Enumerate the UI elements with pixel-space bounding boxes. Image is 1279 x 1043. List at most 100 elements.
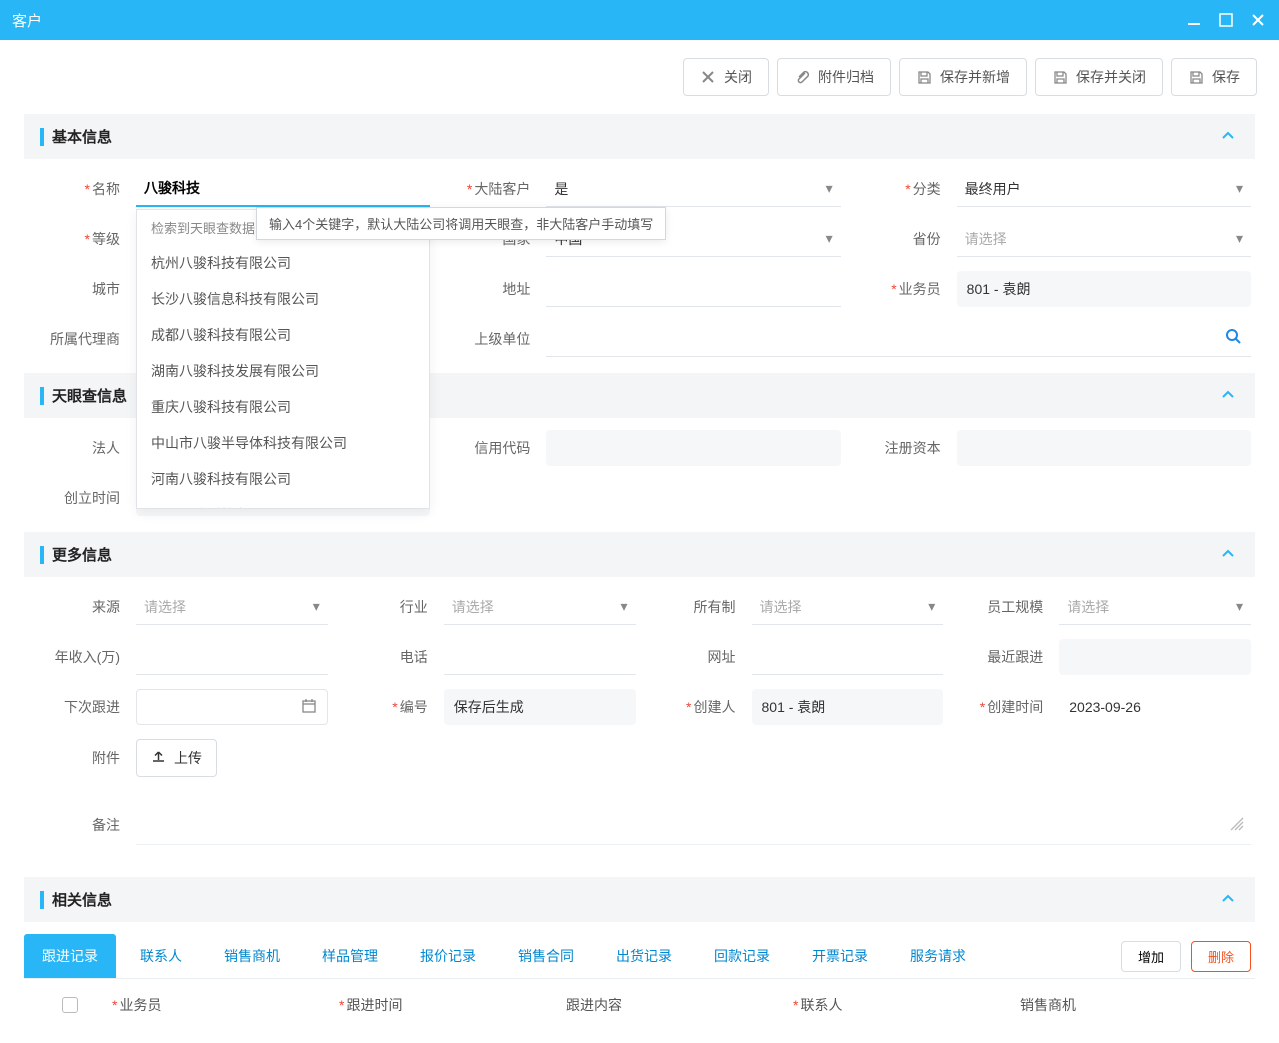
delete-button[interactable]: 删除 [1191,941,1251,972]
address-input[interactable] [546,271,840,307]
label-website: 网址 [644,647,744,667]
label-founded: 创立时间 [28,488,128,508]
label-province: 省份 [849,229,949,249]
label-code: *编号 [336,697,436,717]
source-select[interactable]: 请选择▾ [136,589,328,625]
tab-followup[interactable]: 跟进记录 [24,934,116,978]
dropdown-item[interactable]: 河南八骏科技有限公司 [137,461,429,497]
mainland-select[interactable]: 是▾ [546,171,840,207]
upload-button[interactable]: 上传 [136,739,217,777]
category-select[interactable]: 最终用户▾ [957,171,1251,207]
textarea-icon[interactable] [1227,814,1251,835]
tab-samples[interactable]: 样品管理 [304,934,396,978]
website-input[interactable] [752,639,944,675]
label-ownership: 所有制 [644,597,744,617]
caret-down-icon: ▾ [826,230,833,247]
upload-label: 上传 [174,748,202,768]
chevron-up-icon[interactable] [1219,386,1239,406]
name-input[interactable] [136,171,430,207]
tab-quotes[interactable]: 报价记录 [402,934,494,978]
dropdown-item[interactable]: 长沙八骏信息科技有限公司 [137,281,429,317]
window-title: 客户 [12,10,42,31]
scale-select[interactable]: 请选择▾ [1059,589,1251,625]
parent-lookup[interactable] [546,321,1251,357]
chevron-up-icon[interactable] [1219,890,1239,910]
section-more-header[interactable]: 更多信息 [24,532,1255,577]
close-icon [700,69,716,85]
label-phone: 电话 [336,647,436,667]
label-capital: 注册资本 [849,438,949,458]
phone-input[interactable] [444,639,636,675]
save-new-button[interactable]: 保存并新增 [899,58,1027,96]
company-dropdown: 检索到天眼查数据,请选择 杭州八骏科技有限公司 长沙八骏信息科技有限公司 成都八… [136,209,430,509]
tab-contacts[interactable]: 联系人 [122,934,200,978]
more-form: 来源 请选择▾ 行业 请选择▾ 所有制 请选择▾ 员工规模 请选择▾ 年收入(万… [24,589,1255,777]
search-icon[interactable] [1225,328,1243,349]
label-level: *等级 [28,229,128,249]
minimize-icon[interactable] [1185,11,1203,29]
label-city: 城市 [28,279,128,299]
window-controls [1185,11,1267,29]
th-contact: *联系人 [793,995,1020,1015]
dropdown-item[interactable]: 江西八骏科技有限公司 [137,497,429,509]
tab-payments[interactable]: 回款记录 [696,934,788,978]
dropdown-item[interactable]: 湖南八骏科技发展有限公司 [137,353,429,389]
sales-field: 801 - 袁朗 [957,271,1251,307]
dropdown-item[interactable]: 杭州八骏科技有限公司 [137,245,429,281]
dropdown-item[interactable]: 成都八骏科技有限公司 [137,317,429,353]
caret-down-icon: ▾ [313,598,320,615]
archive-button[interactable]: 附件归档 [777,58,891,96]
label-legal: 法人 [28,438,128,458]
lastfollow-field [1059,639,1251,675]
maximize-icon[interactable] [1217,11,1235,29]
caret-down-icon: ▾ [1236,180,1243,197]
select-all-checkbox[interactable] [62,997,78,1013]
add-button[interactable]: 增加 [1121,941,1181,972]
chevron-up-icon[interactable] [1219,545,1239,565]
caret-down-icon: ▾ [1236,598,1243,615]
save-icon [1188,69,1204,85]
tab-shipments[interactable]: 出货记录 [598,934,690,978]
save-close-button[interactable]: 保存并关闭 [1035,58,1163,96]
tab-opportunities[interactable]: 销售商机 [206,934,298,978]
nextfollow-date[interactable] [136,689,328,725]
close-window-icon[interactable] [1249,11,1267,29]
th-time: *跟进时间 [339,995,566,1015]
label-credit: 信用代码 [438,438,538,458]
label-name: *名称 [28,179,128,199]
tab-contracts[interactable]: 销售合同 [500,934,592,978]
ownership-select[interactable]: 请选择▾ [752,589,944,625]
archive-label: 附件归档 [818,67,874,87]
save-icon [916,69,932,85]
caret-down-icon: ▾ [928,598,935,615]
chevron-up-icon[interactable] [1219,127,1239,147]
caret-down-icon: ▾ [1236,230,1243,247]
dropdown-item[interactable]: 重庆八骏科技有限公司 [137,389,429,425]
section-bar-icon [40,128,44,146]
section-bar-icon [40,891,44,909]
capital-field [957,430,1251,466]
industry-select[interactable]: 请选择▾ [444,589,636,625]
save-icon [1052,69,1068,85]
label-lastfollow: 最近跟进 [951,647,1051,667]
section-basic-header[interactable]: 基本信息 [24,114,1255,159]
close-button[interactable]: 关闭 [683,58,769,96]
save-new-label: 保存并新增 [940,67,1010,87]
th-opportunity: 销售商机 [1020,995,1247,1015]
label-address: 地址 [438,279,538,299]
caret-down-icon: ▾ [826,180,833,197]
province-select[interactable]: 请选择▾ [957,221,1251,257]
section-related-header[interactable]: 相关信息 [24,877,1255,922]
label-sales: *业务员 [849,279,949,299]
tab-service[interactable]: 服务请求 [892,934,984,978]
tab-invoices[interactable]: 开票记录 [794,934,886,978]
save-button[interactable]: 保存 [1171,58,1257,96]
close-label: 关闭 [724,67,752,87]
action-toolbar: 关闭 附件归档 保存并新增 保存并关闭 保存 [0,40,1279,114]
dropdown-item[interactable]: 中山市八骏半导体科技有限公司 [137,425,429,461]
label-agent: 所属代理商 [28,329,128,349]
th-sales: *业务员 [112,995,339,1015]
revenue-input[interactable] [136,639,328,675]
form-content: 基本信息 *名称 输入4个关键字，默认大陆公司将调用天眼查，非大陆客户手动填写 … [0,114,1279,1043]
section-bar-icon [40,546,44,564]
